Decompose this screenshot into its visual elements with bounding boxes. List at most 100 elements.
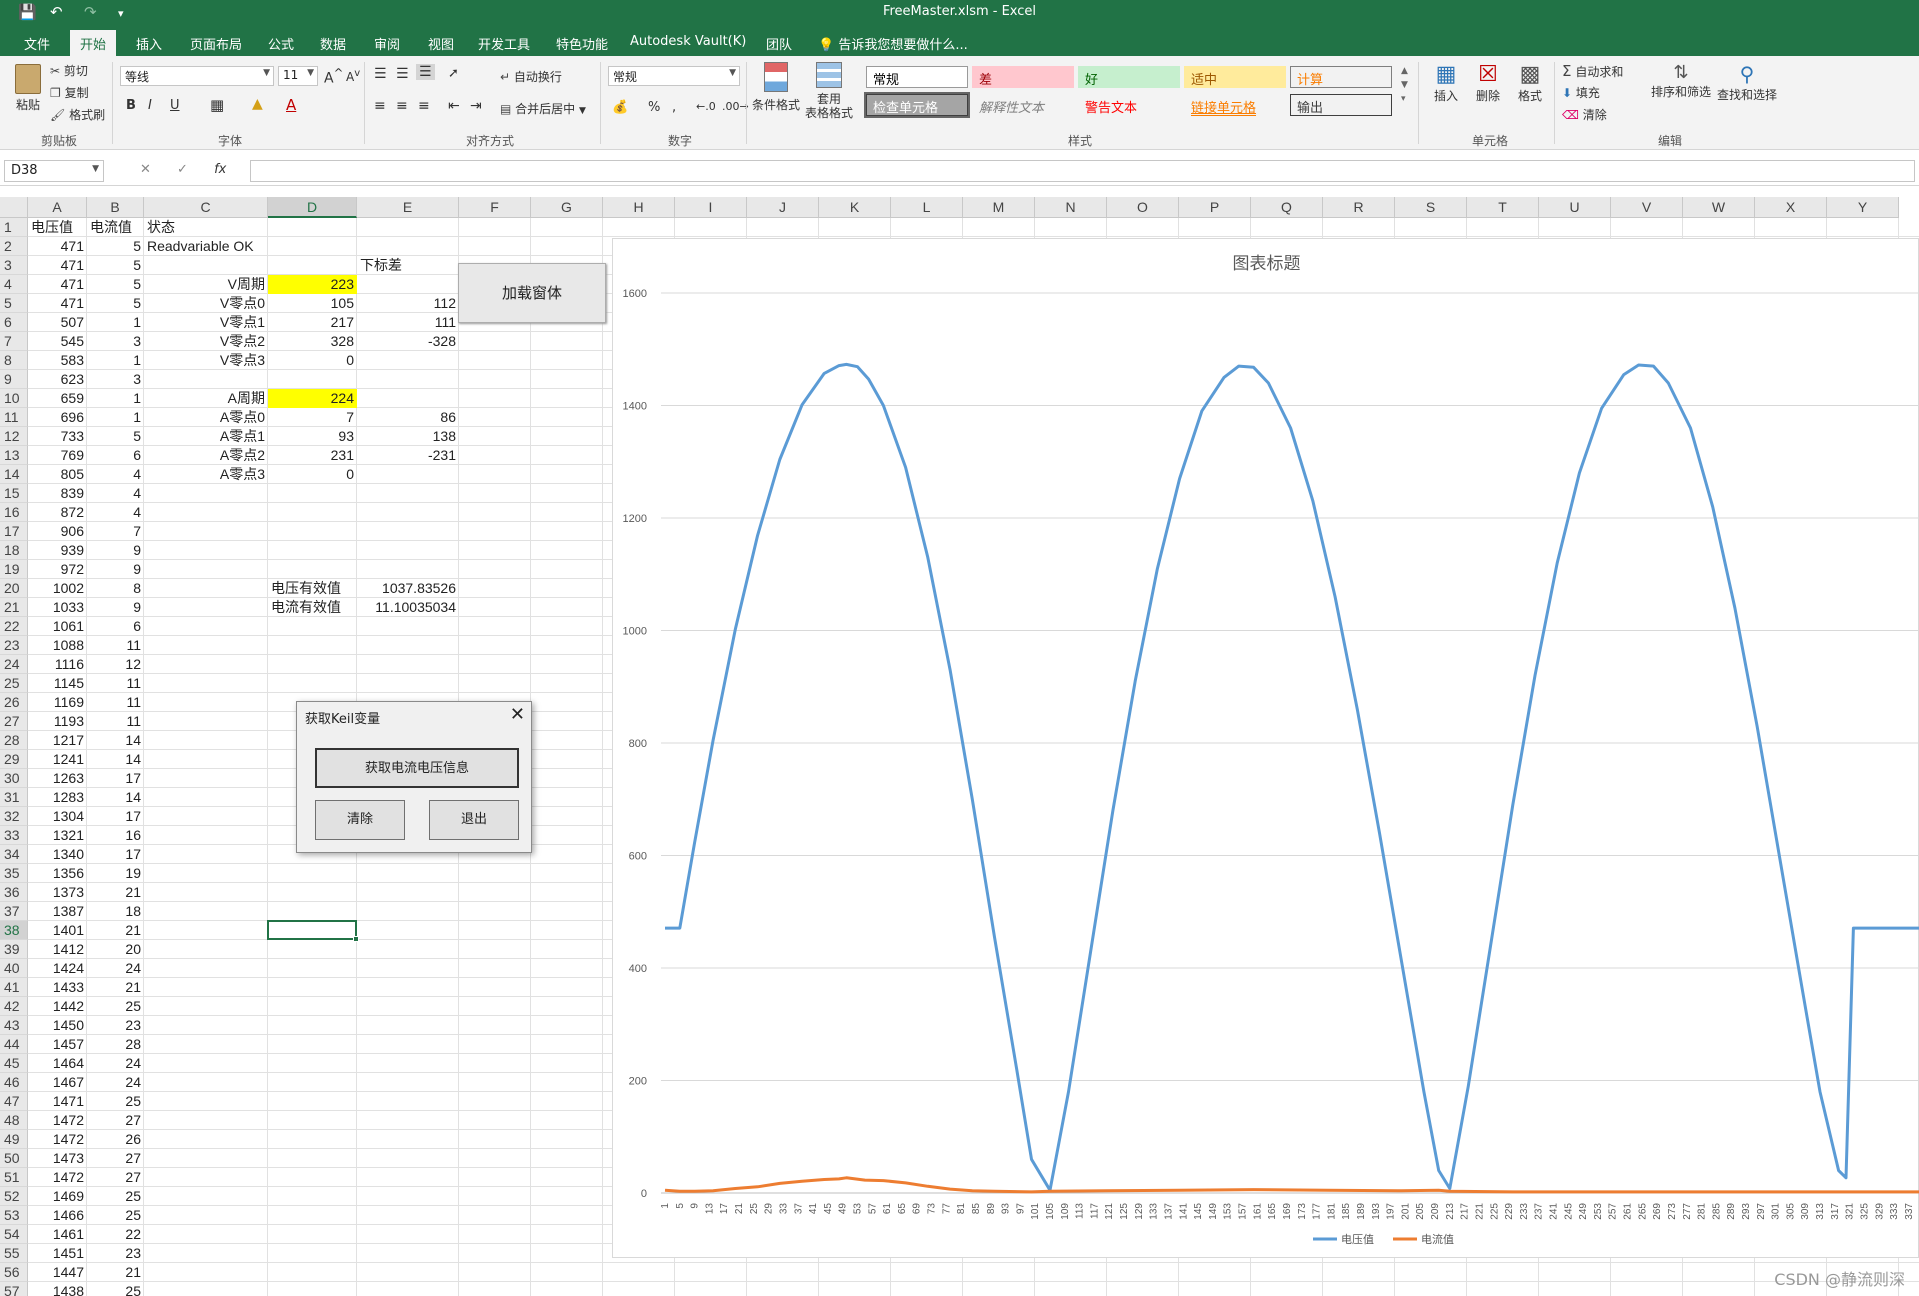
insert-function-button[interactable]: fx <box>214 162 226 177</box>
current-cell[interactable]: 17 <box>87 845 144 864</box>
status-cell[interactable]: Readvariable OK <box>144 237 324 256</box>
tab-6[interactable]: 审阅 <box>364 32 410 56</box>
percent-button[interactable]: % <box>648 100 660 115</box>
column-header-x[interactable]: X <box>1755 197 1827 218</box>
underline-button[interactable]: U <box>170 98 180 113</box>
row-header[interactable]: 11 <box>0 408 28 427</box>
rms-label-cell[interactable]: 电压有效值 <box>268 579 357 598</box>
current-cell[interactable]: 28 <box>87 1035 144 1054</box>
current-cell[interactable]: 4 <box>87 503 144 522</box>
row-header[interactable]: 29 <box>0 750 28 769</box>
row-header[interactable]: 57 <box>0 1282 28 1296</box>
row-header[interactable]: 4 <box>0 275 28 294</box>
value-cell[interactable]: 0 <box>268 351 357 370</box>
increase-decimal-icon[interactable]: ←.0 <box>696 100 716 113</box>
voltage-cell[interactable]: 1116 <box>28 655 87 674</box>
formula-input[interactable] <box>250 160 1915 182</box>
column-header-e[interactable]: E <box>357 197 459 218</box>
row-header[interactable]: 50 <box>0 1149 28 1168</box>
current-cell[interactable]: 14 <box>87 788 144 807</box>
voltage-cell[interactable]: 1002 <box>28 579 87 598</box>
cell-style-6[interactable]: 解释性文本 <box>972 94 1074 116</box>
row-header[interactable]: 37 <box>0 902 28 921</box>
current-cell[interactable]: 25 <box>87 997 144 1016</box>
voltage-cell[interactable]: 1145 <box>28 674 87 693</box>
voltage-cell[interactable]: 1412 <box>28 940 87 959</box>
current-cell[interactable]: 25 <box>87 1092 144 1111</box>
row-header[interactable]: 13 <box>0 446 28 465</box>
row-header[interactable]: 1 <box>0 218 28 237</box>
cut-button[interactable]: ✂ 剪切 <box>50 62 88 79</box>
voltage-cell[interactable]: 1464 <box>28 1054 87 1073</box>
row-header[interactable]: 41 <box>0 978 28 997</box>
voltage-cell[interactable]: 805 <box>28 465 87 484</box>
column-header-h[interactable]: H <box>603 197 675 218</box>
orientation-icon[interactable]: ➚ <box>448 66 459 81</box>
row-header[interactable]: 35 <box>0 864 28 883</box>
current-cell[interactable]: 26 <box>87 1130 144 1149</box>
diff-cell[interactable]: -328 <box>357 332 459 351</box>
copy-button[interactable]: ❐ 复制 <box>50 84 89 101</box>
rms-value-cell[interactable]: 1037.83526 <box>357 579 459 598</box>
decrease-indent-icon[interactable]: ⇤ <box>448 98 460 114</box>
current-cell[interactable]: 1 <box>87 313 144 332</box>
row-header[interactable]: 56 <box>0 1263 28 1282</box>
close-icon[interactable]: ✕ <box>510 704 525 725</box>
voltage-cell[interactable]: 659 <box>28 389 87 408</box>
label-cell[interactable]: V周期 <box>144 275 268 294</box>
align-left-icon[interactable]: ≡ <box>374 98 386 114</box>
row-header[interactable]: 6 <box>0 313 28 332</box>
cell-style-4[interactable]: 计算 <box>1290 66 1392 88</box>
row-header[interactable]: 25 <box>0 674 28 693</box>
row-header[interactable]: 18 <box>0 541 28 560</box>
cell-style-0[interactable]: 常规 <box>866 66 968 88</box>
value-cell[interactable]: 0 <box>268 465 357 484</box>
current-cell[interactable]: 25 <box>87 1187 144 1206</box>
number-format-select[interactable]: 常规 ▼ <box>608 66 740 86</box>
font-name-select[interactable]: 等线 ▼ <box>120 66 274 86</box>
status-header-cell[interactable]: 状态 <box>144 218 268 237</box>
current-cell[interactable]: 20 <box>87 940 144 959</box>
cell-style-3[interactable]: 适中 <box>1184 66 1286 88</box>
tab-5[interactable]: 数据 <box>310 32 356 56</box>
current-cell[interactable]: 11 <box>87 712 144 731</box>
column-header-f[interactable]: F <box>459 197 531 218</box>
align-right-icon[interactable]: ≡ <box>418 98 430 114</box>
tab-4[interactable]: 公式 <box>258 32 304 56</box>
current-cell[interactable]: 3 <box>87 332 144 351</box>
voltage-cell[interactable]: 623 <box>28 370 87 389</box>
row-header[interactable]: 47 <box>0 1092 28 1111</box>
voltage-cell[interactable]: 1283 <box>28 788 87 807</box>
select-all-corner[interactable] <box>0 197 28 218</box>
tab-3[interactable]: 页面布局 <box>180 32 252 56</box>
current-cell[interactable]: 23 <box>87 1016 144 1035</box>
current-cell[interactable]: 21 <box>87 978 144 997</box>
row-header[interactable]: 3 <box>0 256 28 275</box>
cell-style-1[interactable]: 差 <box>972 66 1074 88</box>
row-header[interactable]: 8 <box>0 351 28 370</box>
column-header-p[interactable]: P <box>1179 197 1251 218</box>
current-cell[interactable]: 25 <box>87 1282 144 1296</box>
currency-icon[interactable]: 💰 <box>612 100 628 115</box>
rms-value-cell[interactable]: 11.10035034 <box>357 598 459 617</box>
row-header[interactable]: 39 <box>0 940 28 959</box>
row-header[interactable]: 36 <box>0 883 28 902</box>
voltage-cell[interactable]: 872 <box>28 503 87 522</box>
row-header[interactable]: 46 <box>0 1073 28 1092</box>
row-header[interactable]: 44 <box>0 1035 28 1054</box>
label-cell[interactable]: A零点3 <box>144 465 268 484</box>
voltage-cell[interactable]: 471 <box>28 256 87 275</box>
column-header-s[interactable]: S <box>1395 197 1467 218</box>
voltage-cell[interactable]: 1217 <box>28 731 87 750</box>
format-as-table-button[interactable]: 套用 表格格式 <box>804 62 854 120</box>
autosum-button[interactable]: Σ 自动求和 <box>1562 62 1623 80</box>
italic-button[interactable]: I <box>148 98 152 113</box>
row-header[interactable]: 23 <box>0 636 28 655</box>
current-cell[interactable]: 12 <box>87 655 144 674</box>
row-header[interactable]: 17 <box>0 522 28 541</box>
cell-style-5[interactable]: 检查单元格 <box>864 92 970 118</box>
row-header[interactable]: 19 <box>0 560 28 579</box>
current-cell[interactable]: 9 <box>87 598 144 617</box>
column-header-d[interactable]: D <box>268 197 357 218</box>
label-cell[interactable]: V零点0 <box>144 294 268 313</box>
